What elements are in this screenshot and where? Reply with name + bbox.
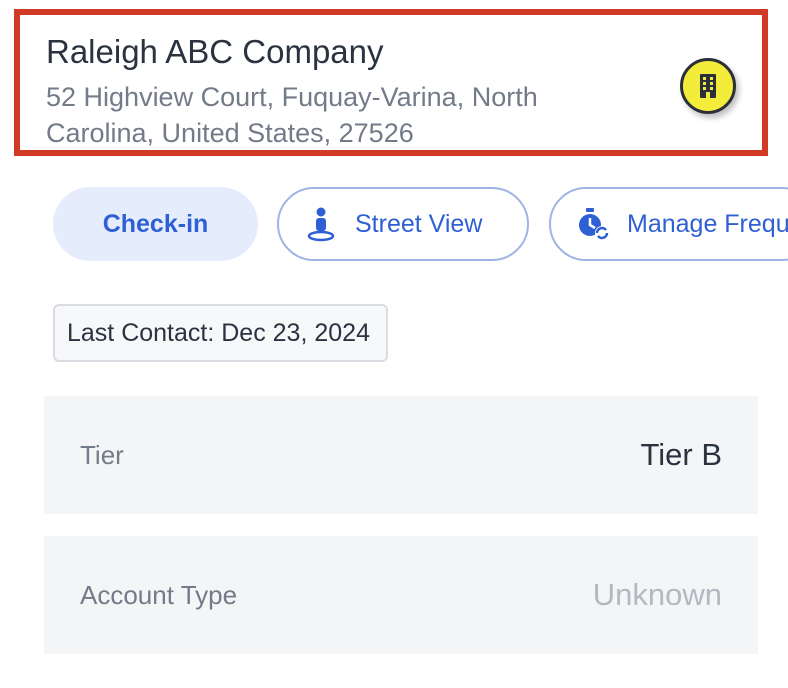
account-type-label: Account Type	[80, 579, 238, 610]
manage-frequency-icon	[575, 206, 611, 242]
street-view-label: Street View	[355, 209, 483, 238]
company-name: Raleigh ABC Company	[46, 33, 384, 70]
manage-frequency-button[interactable]: Manage Frequ	[549, 187, 788, 261]
last-contact-chip: Last Contact: Dec 23, 2024	[53, 304, 388, 362]
manage-frequency-label: Manage Frequ	[627, 209, 788, 238]
account-type-row[interactable]: Account Type Unknown	[44, 536, 758, 654]
account-details-panel: Raleigh ABC Company 52 Highview Court, F…	[0, 0, 788, 688]
building-icon[interactable]	[680, 58, 736, 114]
street-view-button[interactable]: Street View	[277, 187, 529, 261]
tier-value: Tier B	[640, 437, 722, 472]
check-in-button[interactable]: Check-in	[53, 187, 258, 261]
account-header[interactable]: Raleigh ABC Company 52 Highview Court, F…	[14, 9, 768, 156]
tier-row[interactable]: Tier Tier B	[44, 396, 758, 514]
company-address: 52 Highview Court, Fuquay-Varina, North …	[46, 82, 538, 148]
account-type-value: Unknown	[592, 577, 722, 612]
tier-label: Tier	[80, 439, 124, 470]
street-view-icon	[303, 206, 339, 242]
check-in-label: Check-in	[102, 209, 209, 238]
